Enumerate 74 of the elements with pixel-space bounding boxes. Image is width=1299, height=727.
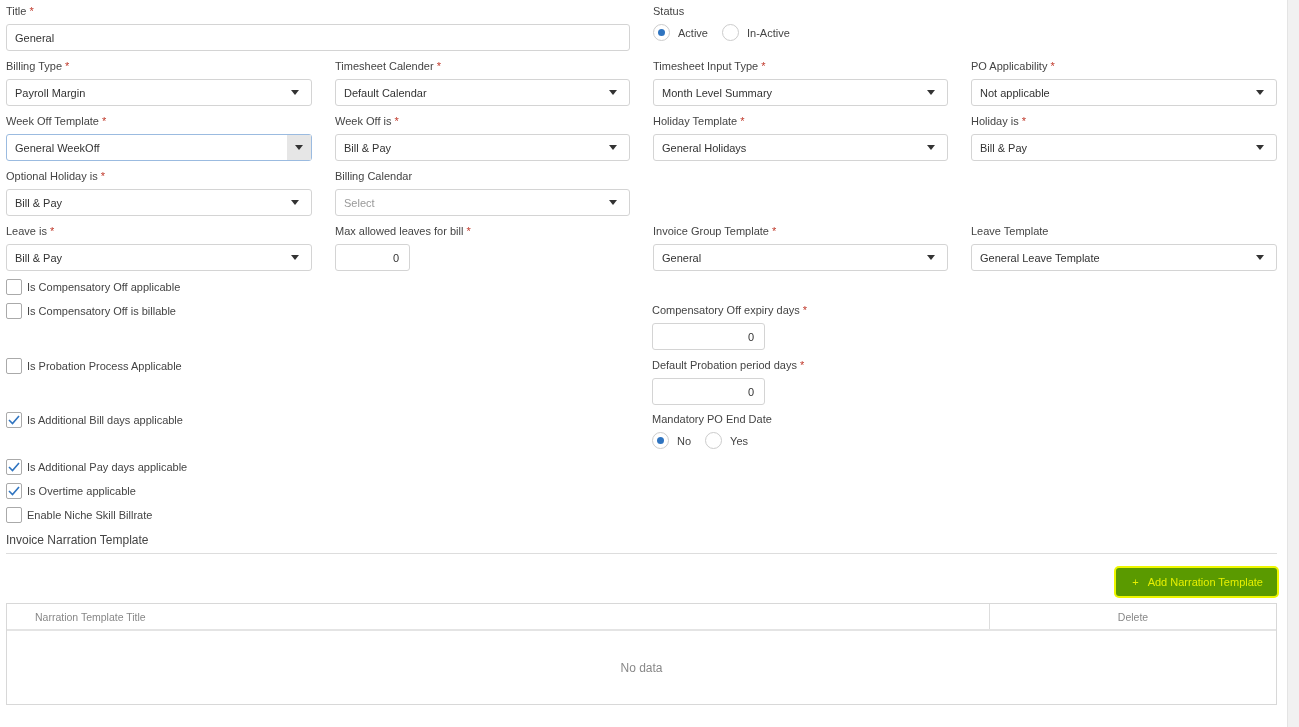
field-label: Title * <box>6 4 35 18</box>
caret-icon <box>927 255 935 260</box>
section-heading: Invoice Narration Template <box>6 531 1277 554</box>
radio-option[interactable]: No <box>652 432 692 449</box>
caret-icon <box>609 200 617 205</box>
field-label: Max allowed leaves for bill * <box>335 224 472 238</box>
field-label: Week Off is * <box>335 114 400 128</box>
checkbox-option[interactable]: Is Compensatory Off applicable <box>6 279 652 303</box>
column-header: Delete <box>989 604 1276 629</box>
checkbox-option[interactable]: Is Probation Process Applicable <box>6 358 652 412</box>
number-field[interactable]: 0 <box>652 323 765 350</box>
checkbox[interactable] <box>6 412 22 428</box>
field-label: Billing Type * <box>6 59 71 73</box>
caret-icon <box>291 90 299 95</box>
select-field[interactable]: Month Level Summary <box>653 79 948 106</box>
field-label: Status <box>653 4 686 18</box>
field-label: Holiday Template * <box>653 114 746 128</box>
checkbox-option[interactable]: Is Overtime applicable <box>6 483 652 507</box>
caret-icon <box>1256 145 1264 150</box>
title-field[interactable]: General <box>6 24 630 51</box>
field-label: Leave Template <box>971 224 1050 238</box>
check-icon <box>8 486 20 496</box>
select-field[interactable]: Bill & Pay <box>6 189 312 216</box>
radio-option[interactable]: In-Active <box>721 24 790 41</box>
checkbox[interactable] <box>6 459 22 475</box>
caret-icon <box>609 145 617 150</box>
select-field[interactable]: Default Calendar <box>335 79 630 106</box>
caret-icon <box>1256 255 1264 260</box>
field-label: PO Applicability * <box>971 59 1056 73</box>
checkbox[interactable] <box>6 279 22 295</box>
select-field[interactable]: Not applicable <box>971 79 1277 106</box>
field-label: Timesheet Input Type * <box>653 59 767 73</box>
select-field[interactable]: Bill & Pay <box>971 134 1277 161</box>
scrollbar[interactable] <box>1287 0 1299 727</box>
field-label: Mandatory PO End Date <box>652 412 773 426</box>
select-field[interactable]: General Holidays <box>653 134 948 161</box>
check-icon <box>8 415 20 425</box>
select-field[interactable]: Bill & Pay <box>6 244 312 271</box>
checkbox-option[interactable]: Is Additional Pay days applicable <box>6 459 652 483</box>
select-field[interactable]: General Leave Template <box>971 244 1277 271</box>
field-label: Billing Calendar <box>335 169 414 183</box>
field-label: Week Off Template * <box>6 114 108 128</box>
number-field[interactable]: 0 <box>652 378 765 405</box>
field-label: Compensatory Off expiry days * <box>652 303 809 317</box>
caret-icon <box>291 255 299 260</box>
select-field[interactable]: Bill & Pay <box>335 134 630 161</box>
caret-icon <box>295 145 303 150</box>
checkbox-option[interactable]: Is Compensatory Off is billable <box>6 303 652 358</box>
checkbox[interactable] <box>6 507 22 523</box>
field-label: Optional Holiday is * <box>6 169 107 183</box>
checkbox[interactable] <box>6 483 22 499</box>
field-label: Holiday is * <box>971 114 1028 128</box>
caret-icon <box>291 200 299 205</box>
checkbox-option[interactable]: Enable Niche Skill Billrate <box>6 507 652 531</box>
column-header: Narration Template Title <box>34 609 147 625</box>
select-field[interactable]: General WeekOff <box>6 134 312 161</box>
caret-icon <box>927 145 935 150</box>
field-label: Default Probation period days * <box>652 358 806 372</box>
radio-option[interactable]: Active <box>653 24 708 41</box>
caret-icon <box>1256 90 1264 95</box>
checkbox-option[interactable]: Is Additional Bill days applicable <box>6 412 652 459</box>
field-label: Timesheet Calender * <box>335 59 442 73</box>
checkbox[interactable] <box>6 303 22 319</box>
field-label: Leave is * <box>6 224 56 238</box>
select-field[interactable]: General <box>653 244 948 271</box>
check-icon <box>8 462 20 472</box>
field-label: Invoice Group Template * <box>653 224 778 238</box>
select-field[interactable]: Payroll Margin <box>6 79 312 106</box>
radio-option[interactable]: Yes <box>705 432 748 449</box>
caret-icon <box>927 90 935 95</box>
number-field[interactable]: 0 <box>335 244 410 271</box>
empty-message: No data <box>620 660 663 675</box>
checkbox[interactable] <box>6 358 22 374</box>
caret-icon <box>609 90 617 95</box>
